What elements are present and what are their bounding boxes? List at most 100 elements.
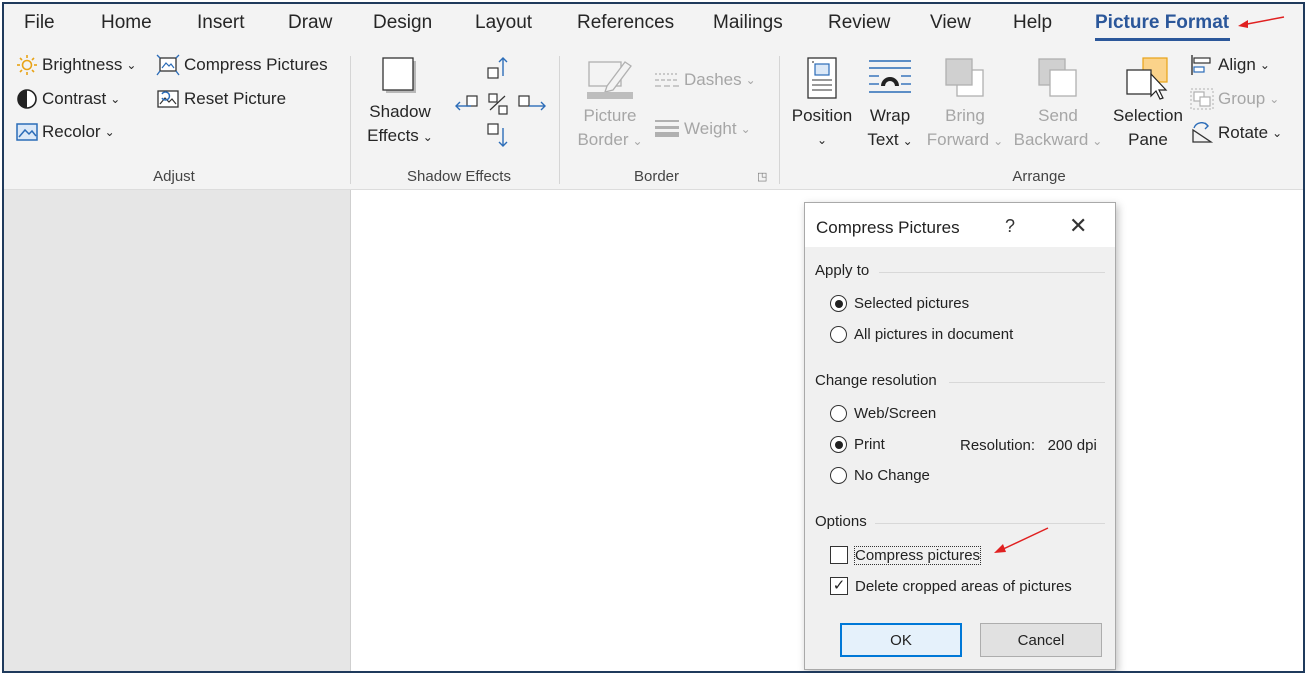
resolution-value: 200 dpi <box>1047 437 1097 454</box>
tab-review[interactable]: Review <box>828 12 890 34</box>
chevron-down-icon: ⌄ <box>745 73 756 87</box>
position-button[interactable]: Position ⌄ <box>786 56 858 152</box>
cancel-button[interactable]: Cancel <box>980 623 1102 657</box>
group-separator <box>559 56 560 184</box>
radio-unselected-icon <box>830 467 847 484</box>
chevron-down-icon: ⌄ <box>110 92 121 106</box>
resolution-label: Resolution: <box>960 437 1036 454</box>
group-label-arrange: Arrange <box>1012 168 1066 185</box>
navigation-pane <box>4 190 351 671</box>
tab-home[interactable]: Home <box>101 12 152 34</box>
shadow-effects-button[interactable]: Shadow Effects ⌄ <box>362 56 438 149</box>
group-label: Group <box>1218 89 1266 108</box>
rotate-icon <box>1192 122 1214 143</box>
reset-picture-button[interactable]: Reset Picture <box>156 88 286 110</box>
print-radio[interactable]: Print <box>830 436 885 453</box>
chevron-down-icon: ⌄ <box>1269 92 1280 106</box>
dialog-launcher-icon[interactable]: ◳ <box>757 170 767 183</box>
tab-draw[interactable]: Draw <box>288 12 332 34</box>
group-label-border: Border <box>633 168 680 185</box>
compress-pictures-option-label: Compress pictures <box>853 545 982 565</box>
wrap-text-label-2: Text <box>867 130 899 149</box>
dashes-button[interactable]: Dashes ⌄ <box>654 70 756 90</box>
shadow-effects-label-2: Effects <box>367 126 419 145</box>
web-screen-label: Web/Screen <box>854 405 937 422</box>
ribbon: Brightness ⌄ Contrast ⌄ Recolor ⌄ Compre… <box>4 46 1303 190</box>
tab-insert[interactable]: Insert <box>197 12 245 34</box>
tab-picture-format[interactable]: Picture Format <box>1095 12 1229 34</box>
rotate-button[interactable]: Rotate ⌄ <box>1190 122 1282 144</box>
delete-cropped-checkbox[interactable]: ✓ Delete cropped areas of pictures <box>830 577 1072 595</box>
divider <box>875 523 1105 524</box>
weight-button[interactable]: Weight ⌄ <box>654 118 751 140</box>
resolution-readout: Resolution: 200 dpi <box>960 437 1097 454</box>
wrap-text-button[interactable]: Wrap Text ⌄ <box>860 56 920 153</box>
divider <box>879 272 1105 273</box>
ribbon-tab-strip: File Home Insert Draw Design Layout Refe… <box>4 4 1303 46</box>
position-icon <box>807 57 837 99</box>
send-backward-label-2: Backward <box>1013 130 1089 149</box>
shadow-effects-icon <box>382 57 416 93</box>
group-label-shadow-effects: Shadow Effects <box>407 168 511 185</box>
shadow-nudge-icon[interactable] <box>453 56 547 152</box>
picture-border-icon <box>587 61 633 99</box>
contrast-button[interactable]: Contrast ⌄ <box>16 88 120 110</box>
selected-pictures-radio[interactable]: Selected pictures <box>830 295 969 312</box>
send-backward-button[interactable]: Send Backward ⌄ <box>1010 56 1106 153</box>
align-button[interactable]: Align ⌄ <box>1190 54 1270 76</box>
compress-pictures-button[interactable]: Compress Pictures <box>156 54 328 76</box>
recolor-button[interactable]: Recolor ⌄ <box>16 122 115 142</box>
picture-border-button[interactable]: Picture Border ⌄ <box>570 56 650 153</box>
no-change-radio[interactable]: No Change <box>830 467 930 484</box>
chevron-down-icon: ⌄ <box>1272 126 1283 140</box>
compress-pictures-icon <box>156 54 180 76</box>
print-label: Print <box>854 436 885 453</box>
bring-forward-button[interactable]: Bring Forward ⌄ <box>922 56 1008 153</box>
radio-selected-icon <box>830 295 847 312</box>
web-screen-radio[interactable]: Web/Screen <box>830 405 936 422</box>
annotation-arrow-icon <box>1238 16 1285 28</box>
help-icon[interactable]: ? <box>1005 216 1015 237</box>
close-icon[interactable]: ✕ <box>1069 213 1087 239</box>
chevron-down-icon: ⌄ <box>104 125 115 139</box>
tab-design[interactable]: Design <box>373 12 432 34</box>
brightness-button[interactable]: Brightness ⌄ <box>16 54 136 76</box>
send-backward-label-1: Send <box>1038 106 1078 125</box>
chevron-down-icon: ⌄ <box>1259 58 1270 72</box>
chevron-down-icon: ⌄ <box>740 122 751 136</box>
align-icon <box>1191 55 1211 75</box>
brightness-icon <box>17 55 37 75</box>
radio-selected-icon <box>830 436 847 453</box>
active-tab-underline <box>1095 38 1230 41</box>
word-window: File Home Insert Draw Design Layout Refe… <box>2 2 1305 673</box>
chevron-down-icon: ⌄ <box>632 134 643 148</box>
divider <box>949 382 1105 383</box>
compress-pictures-checkbox[interactable]: Compress pictures <box>830 545 982 565</box>
apply-to-heading: Apply to <box>815 262 870 279</box>
reset-picture-label: Reset Picture <box>184 89 287 108</box>
chevron-down-icon: ⌄ <box>1092 134 1103 148</box>
selection-pane-label-2: Pane <box>1128 130 1168 149</box>
tab-help[interactable]: Help <box>1013 12 1052 34</box>
selection-pane-icon <box>1126 57 1168 100</box>
selection-pane-label-1: Selection <box>1113 106 1183 125</box>
no-change-label: No Change <box>854 467 930 484</box>
chevron-down-icon: ⌄ <box>126 58 137 72</box>
ok-button[interactable]: OK <box>840 623 962 657</box>
chevron-down-icon: ⌄ <box>816 133 828 147</box>
selection-pane-button[interactable]: Selection Pane <box>1108 56 1188 152</box>
chevron-down-icon: ⌄ <box>993 134 1004 148</box>
tab-references[interactable]: References <box>577 12 674 34</box>
tab-file[interactable]: File <box>24 12 55 34</box>
all-pictures-radio[interactable]: All pictures in document <box>830 326 1013 343</box>
tab-view[interactable]: View <box>930 12 971 34</box>
annotation-arrow-icon <box>994 527 1049 553</box>
group-separator <box>779 56 780 184</box>
tab-layout[interactable]: Layout <box>475 12 532 34</box>
group-button[interactable]: Group ⌄ <box>1190 88 1279 110</box>
dialog-title-bar[interactable]: Compress Pictures ? ✕ <box>805 203 1115 247</box>
change-resolution-heading: Change resolution <box>815 372 937 389</box>
bring-forward-label-1: Bring <box>945 106 985 125</box>
recolor-icon <box>16 123 38 141</box>
tab-mailings[interactable]: Mailings <box>713 12 783 34</box>
